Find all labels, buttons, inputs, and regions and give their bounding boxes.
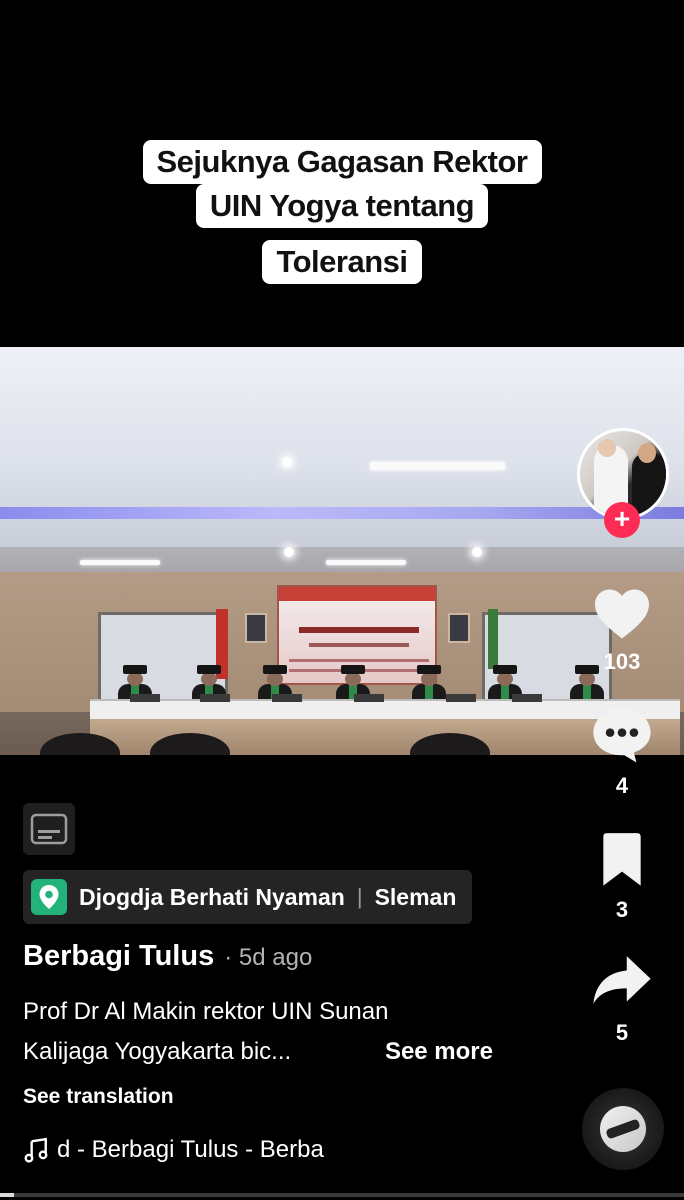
share-icon <box>593 956 651 1004</box>
captions-icon <box>30 813 68 845</box>
post-time: · 5d ago <box>224 944 313 971</box>
follow-button[interactable]: + <box>604 502 640 538</box>
ceiling-glow <box>0 507 684 519</box>
see-more-button[interactable]: See more <box>385 1032 493 1072</box>
share-button[interactable] <box>590 950 654 1010</box>
ceiling-light <box>284 547 294 557</box>
caption-line: UIN Yogya tentang <box>195 184 489 228</box>
ceiling-light <box>282 457 292 467</box>
sound-title: d - Berbagi Tulus - Berba <box>57 1136 324 1163</box>
description-line: Kalijaga Yogyakarta bic... <box>23 1038 292 1065</box>
author-name[interactable]: Berbagi Tulus <box>23 940 214 973</box>
ceiling-strip-light <box>80 560 160 565</box>
post-description: Prof Dr Al Makin rektor UIN Sunan Kalija… <box>23 992 503 1072</box>
heart-icon <box>595 589 649 639</box>
share-count: 5 <box>615 1020 629 1045</box>
caption-line: Toleransi <box>262 240 422 284</box>
like-count: 103 <box>603 649 641 674</box>
see-translation-button[interactable]: See translation <box>23 1085 174 1109</box>
comment-button[interactable] <box>590 705 654 765</box>
bookmark-count: 3 <box>615 897 629 922</box>
ceiling-strip-light <box>370 462 505 470</box>
comment-count: 4 <box>615 773 629 798</box>
video-frame[interactable] <box>0 347 684 755</box>
location-city: Sleman <box>374 883 457 910</box>
name-plate <box>272 694 302 702</box>
like-button[interactable] <box>590 584 654 644</box>
ceiling-strip-light <box>326 560 406 565</box>
location-pin-icon <box>31 879 67 915</box>
video-progress-fill <box>0 1193 14 1197</box>
name-plate <box>354 694 384 702</box>
location-separator: | <box>356 884 363 909</box>
location-name: Djogdja Berhati Nyaman <box>79 883 345 910</box>
bookmark-icon <box>603 833 641 886</box>
name-plate <box>200 694 230 702</box>
description-line: Prof Dr Al Makin rektor UIN Sunan <box>23 998 389 1025</box>
location-tag[interactable]: Djogdja Berhati Nyaman | Sleman <box>23 870 473 924</box>
captions-button[interactable] <box>23 803 75 855</box>
music-note-icon <box>24 1137 48 1163</box>
plus-icon: + <box>613 503 631 534</box>
ceiling-light <box>472 547 482 557</box>
video-caption: Sejuknya Gagasan Rektor UIN Yogya tentan… <box>0 140 684 290</box>
bookmark-button[interactable] <box>590 830 654 890</box>
sound-link[interactable]: d - Berbagi Tulus - Berba <box>23 1136 324 1164</box>
name-plate <box>512 694 542 702</box>
video-progress-bar[interactable] <box>0 1193 684 1197</box>
flag <box>488 609 498 669</box>
comment-icon <box>593 708 651 763</box>
caption-line: Sejuknya Gagasan Rektor <box>142 140 542 184</box>
music-disc-button[interactable] <box>582 1088 664 1170</box>
post-header: Berbagi Tulus · 5d ago <box>23 940 312 973</box>
name-plate <box>446 694 476 702</box>
portrait <box>245 613 267 643</box>
sound-cover <box>600 1106 646 1152</box>
portrait <box>448 613 470 643</box>
name-plate <box>130 694 160 702</box>
